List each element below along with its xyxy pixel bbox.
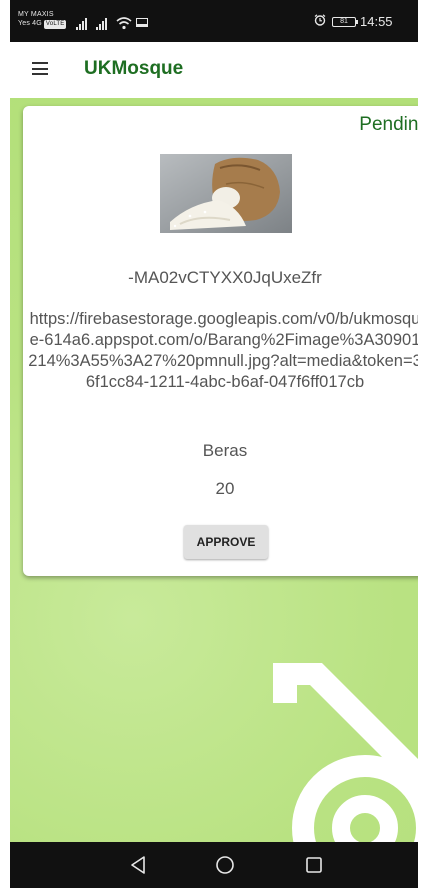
signal-icon (76, 18, 87, 30)
carrier-info: MY MAXIS Yes 4G VoLTE (18, 10, 67, 29)
app-title: UKMosque (84, 58, 184, 79)
screen-cast-icon (136, 18, 148, 27)
status-label: Pending (359, 114, 418, 135)
alarm-icon (314, 14, 326, 26)
volte-badge: VoLTE (43, 20, 67, 29)
item-photo (160, 154, 292, 233)
system-nav-bar (10, 842, 418, 888)
order-id: -MA02vCTYXX0JqUxeZfr (128, 268, 322, 287)
app-bar: UKMosque (10, 42, 418, 98)
recents-square-icon[interactable] (303, 854, 325, 876)
main-content: Pending (10, 98, 418, 883)
item-name: Beras (202, 441, 248, 460)
hamburger-menu-icon[interactable] (32, 62, 48, 75)
item-quantity: 20 (215, 479, 235, 498)
network-type: Yes 4G (18, 20, 42, 27)
request-card: Pending (23, 106, 418, 576)
home-circle-icon[interactable] (214, 854, 236, 876)
status-bar: MY MAXIS Yes 4G VoLTE 81 14:55 (10, 0, 418, 42)
image-url-text: https://firebasestorage.googleapis.com/v… (28, 310, 418, 391)
back-triangle-icon[interactable] (127, 854, 149, 876)
wifi-icon (116, 17, 132, 30)
status-time: 14:55 (360, 14, 393, 29)
carrier-name: MY MAXIS (18, 11, 54, 18)
battery-icon: 81 (332, 17, 358, 27)
phone-screen: MY MAXIS Yes 4GVoLTE 81 14:55 UKMosque (10, 0, 418, 888)
approve-button[interactable]: APPROVE (184, 525, 268, 559)
signal-icon (96, 18, 107, 30)
